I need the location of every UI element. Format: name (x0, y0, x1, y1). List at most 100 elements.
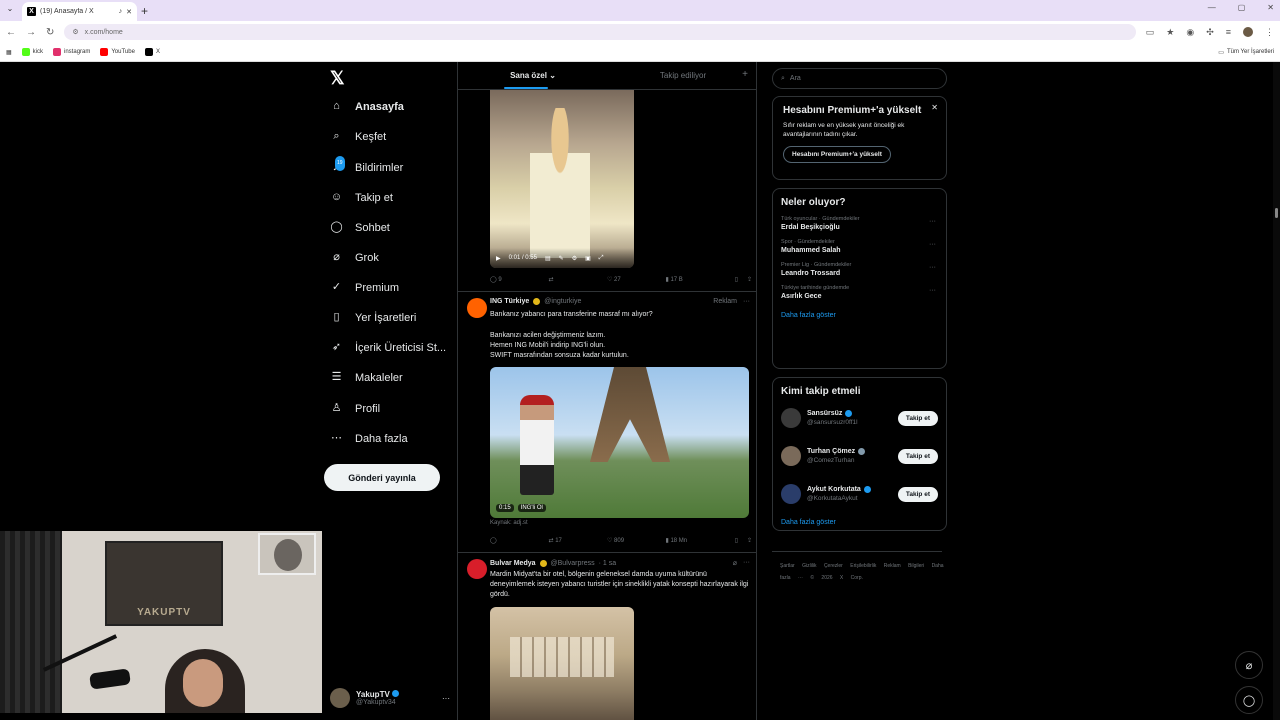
bookmark-x[interactable]: X (144, 48, 160, 56)
premium-upgrade-button[interactable]: Hesabını Premium+'a yükselt (783, 146, 891, 163)
more-icon[interactable]: ··· (929, 287, 936, 294)
views-button[interactable]: ▮ 18 Mn (666, 537, 725, 544)
nav-articles[interactable]: ☰ Makaleler (330, 371, 403, 384)
suggestion-row[interactable]: Sansürsüz @sansursuzr0ff1l Takip et (781, 401, 938, 435)
bookmark-youtube[interactable]: YouTube (100, 48, 135, 56)
apps-icon[interactable]: ▦ (6, 49, 12, 56)
nav-chat[interactable]: ◯ Sohbet (330, 221, 390, 234)
retweet-button[interactable]: ⇄ 17 (549, 537, 608, 544)
author-handle[interactable]: @Bulvarpress (551, 560, 595, 567)
account-switcher[interactable]: YakupTV @Yakuptv34 ··· (330, 683, 450, 713)
nav-notifications[interactable]: ♫19 Bildirimler (330, 156, 403, 174)
pip-icon[interactable]: ▣ (585, 255, 591, 262)
all-bookmarks[interactable]: ▭ Tüm Yer İşaretleri (1218, 49, 1274, 56)
reply-button[interactable]: ◯ (490, 537, 549, 544)
close-window-icon[interactable]: ✕ (1267, 3, 1274, 12)
scrollbar[interactable] (1273, 62, 1280, 720)
follow-button[interactable]: Takip et (897, 486, 938, 502)
star-icon[interactable]: ★ (1166, 27, 1174, 38)
ad-source[interactable]: Kaynak: adj.st (490, 520, 528, 526)
mute-icon[interactable]: ✎ (559, 255, 564, 262)
reload-icon[interactable]: ↻ (46, 27, 54, 38)
tab-for-you[interactable]: Sana özel ⌄ (458, 62, 608, 89)
nav-home[interactable]: ⌂ Anasayfa (330, 100, 404, 113)
suggestion-row[interactable]: Turhan Çömez @ComezTurhan Takip et (781, 439, 938, 473)
author-handle[interactable]: @ingturkiye (544, 298, 581, 305)
menu-icon[interactable]: ⋮ (1265, 27, 1274, 38)
like-button[interactable]: ♡ 27 (607, 276, 666, 283)
post-button[interactable]: Gönderi yayınla (324, 464, 440, 491)
author-name[interactable]: ING Türkiye (490, 298, 529, 305)
puzzle-icon[interactable]: ✣ (1206, 27, 1214, 38)
more-icon[interactable]: ··· (929, 264, 936, 271)
browser-avatar[interactable] (1243, 27, 1253, 37)
tweet-time[interactable]: · 1 sa (599, 560, 617, 567)
grok-fab-icon[interactable]: ⌀ (1235, 651, 1263, 679)
search-input[interactable]: ⌕ Ara (772, 68, 947, 89)
footer-links[interactable]: Şartlar Gizlilik Çerezler Erişilebilirli… (780, 560, 950, 584)
cast-icon[interactable]: ▭ (1146, 27, 1155, 38)
author-name[interactable]: Bulvar Medya (490, 560, 536, 567)
tab-search-icon[interactable]: ⌄ (4, 4, 16, 16)
more-icon[interactable]: ··· (743, 559, 750, 567)
captions-icon[interactable]: ▤ (545, 255, 551, 262)
nav-creator-studio[interactable]: ➶ İçerik Üreticisi St... (330, 341, 446, 354)
more-icon[interactable]: ··· (929, 241, 936, 248)
show-more-link[interactable]: Daha fazla göster (781, 312, 938, 319)
tab-following[interactable]: Takip ediliyor (608, 62, 756, 89)
tweet-image[interactable] (490, 607, 634, 720)
avatar[interactable] (467, 559, 487, 579)
nav-bookmarks[interactable]: ▯ Yer İşaretleri (330, 311, 416, 324)
extension-icon[interactable]: ◉ (1186, 27, 1194, 38)
grok-icon[interactable]: ⌀ (733, 559, 737, 567)
site-info-icon[interactable]: ⚙ (72, 28, 78, 36)
add-tab-icon[interactable]: + (742, 69, 748, 80)
fullscreen-icon[interactable]: ⤢ (599, 255, 604, 262)
x-logo-icon[interactable]: 𝕏 (330, 68, 345, 89)
share-icon[interactable]: ⇪ (738, 276, 752, 283)
avatar[interactable] (467, 298, 487, 318)
play-icon[interactable]: ▶ (496, 255, 501, 262)
forward-icon[interactable]: → (26, 27, 36, 38)
more-icon[interactable]: ··· (929, 218, 936, 225)
trend-item[interactable]: Türk oyuncular · Gündemdekiler Erdal Beş… (781, 216, 938, 231)
trend-item[interactable]: Türkiye tarihinde gündemde Asırlık Gece … (781, 285, 938, 300)
more-icon[interactable]: ··· (743, 298, 750, 305)
trend-item[interactable]: Premier Lig · Gündemdekiler Leandro Tros… (781, 262, 938, 277)
nav-grok[interactable]: ⌀ Grok (330, 251, 379, 264)
bookmark-icon[interactable]: ▯ (724, 537, 738, 544)
nav-more[interactable]: ⋯ Daha fazla (330, 432, 408, 445)
nav-premium[interactable]: ✓ Premium (330, 281, 399, 294)
trend-item[interactable]: Spor · Gündemdekiler Muhammed Salah ··· (781, 239, 938, 254)
reply-button[interactable]: ◯ 9 (490, 276, 549, 283)
close-icon[interactable]: ✕ (931, 103, 938, 112)
nav-profile[interactable]: ♙ Profil (330, 402, 381, 415)
suggestion-row[interactable]: Aykut Korkutata @KorkutataAykut Takip et (781, 477, 938, 511)
bookmark-icon[interactable]: ▯ (724, 276, 738, 283)
more-options-icon[interactable]: ··· (442, 694, 450, 703)
back-icon[interactable]: ← (6, 27, 16, 38)
settings-icon[interactable]: ⚙ (572, 255, 577, 262)
ad-video[interactable]: 0:15 ING'li Ol (490, 367, 749, 518)
share-icon[interactable]: ⇪ (738, 537, 752, 544)
maximize-icon[interactable]: ▢ (1238, 3, 1246, 12)
follow-button[interactable]: Takip et (897, 410, 938, 426)
nav-explore[interactable]: ⌕ Keşfet (330, 130, 386, 143)
views-button[interactable]: ▮ 17 B (666, 276, 725, 283)
scrollbar-thumb[interactable] (1275, 208, 1278, 218)
minimize-icon[interactable]: — (1208, 3, 1216, 12)
video-player[interactable]: ▶ 0:01 / 0:55 ▤ ✎ ⚙ ▣ ⤢ (490, 90, 634, 268)
bookmark-kick[interactable]: kick (21, 48, 43, 56)
messages-fab-icon[interactable]: ◯ (1235, 686, 1263, 714)
tab-close-icon[interactable]: ✕ (126, 8, 132, 16)
nav-follow[interactable]: ☺ Takip et (330, 191, 393, 204)
browser-tab[interactable]: X (19) Anasayfa / X ♪ ✕ (22, 2, 137, 21)
media-icon[interactable]: ≡ (1226, 27, 1231, 37)
like-button[interactable]: ♡ 809 (607, 537, 666, 544)
follow-button[interactable]: Takip et (897, 448, 938, 464)
bookmark-instagram[interactable]: instagram (53, 48, 90, 56)
video-cta[interactable]: ING'li Ol (517, 504, 546, 512)
new-tab-button[interactable]: + (141, 4, 148, 18)
show-more-link[interactable]: Daha fazla göster (781, 519, 938, 526)
speaker-icon[interactable]: ♪ (119, 8, 123, 15)
